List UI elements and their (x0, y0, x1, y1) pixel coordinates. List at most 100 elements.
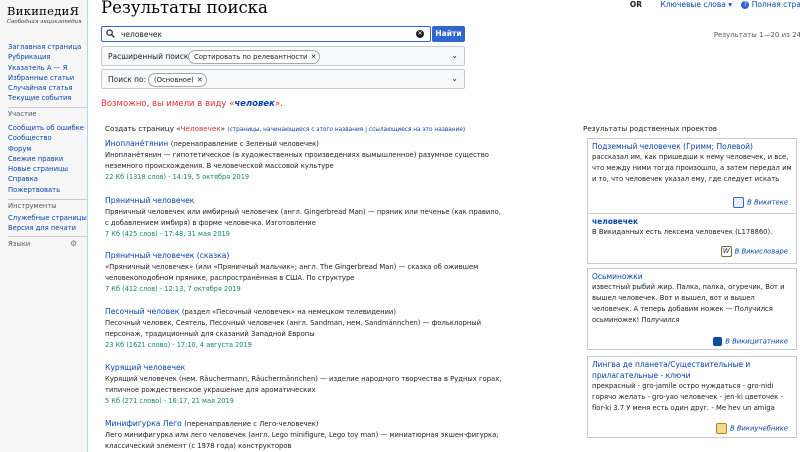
or-label: OR (629, 0, 642, 9)
sister-project-card: человечек В Викиданных есть лексема чело… (587, 213, 797, 264)
result-meta: 7 Кб (412 слов) - 12:13, 7 октября 2019 (105, 285, 241, 293)
did-you-mean-prefix: Возможно, вы имели в виду « (101, 99, 235, 109)
sister-project-title[interactable]: Подземный человечек (Гримм; Полевой) (592, 141, 792, 152)
result-snippet: Иноплане́тянин — гипотетическое (в худож… (105, 151, 489, 170)
sort-chip-label: Сортировать по релевантности (194, 53, 308, 61)
result-redirect[interactable]: (перенаправление с Зеленый человечек) (171, 140, 319, 148)
result-title[interactable]: Пряничный человечек (сказка) (105, 251, 229, 260)
search-button[interactable]: Найти (432, 26, 465, 42)
clear-icon[interactable]: ✕ (416, 30, 424, 38)
result-title[interactable]: Песочный человек (105, 307, 179, 316)
sister-project-snippet: В Викиданных есть лексема человечек (L17… (592, 228, 773, 236)
sister-project-title[interactable]: Лингва де планета/Существительные и прил… (592, 359, 792, 381)
caret-down-icon: ▾ (728, 0, 732, 9)
nav-link-categories[interactable]: Рубрикация (8, 52, 81, 62)
nav-divider (8, 236, 96, 237)
sister-project-card: Лингва де планета/Существительные и прил… (587, 356, 797, 438)
tools-navigation: Служебные страницы Версия для печати (8, 213, 87, 234)
result-meta: 7 Кб (425 слов) - 17:48, 31 мая 2019 (105, 230, 230, 238)
result-title[interactable]: Минифигурка Лего (105, 419, 182, 428)
result-snippet: Курящий человечек (нем. Räuchermann, Räu… (105, 375, 502, 394)
advanced-search-label: Расширенный поиск: (108, 52, 191, 61)
sister-project-snippet: известный рыбий жир. Палка, палка, огуре… (592, 283, 785, 324)
nav-link-random[interactable]: Случайная статья (8, 83, 81, 93)
nav-link-featured[interactable]: Избранные статьи (8, 73, 81, 83)
did-you-mean: Возможно, вы имели в виду «человек». (101, 99, 283, 109)
page-title: Результаты поиска (101, 0, 268, 17)
result-snippet: Песочный человек, Сеятель, Песочный чело… (105, 319, 482, 338)
result-meta: 22 Кб (1318 слов) - 14:19, 5 октября 201… (105, 173, 250, 181)
search-result: Минифигурка Лего (перенаправление с Лего… (105, 418, 505, 452)
create-page-line: Создать страницу «Человечек» (страницы, … (105, 124, 465, 133)
sister-project-source-label: В Викитеке (747, 198, 788, 207)
main-content: OR Ключевые слова ▾ ? Полная стра Резуль… (87, 0, 800, 452)
create-related-links[interactable]: (страницы, начинающиеся с этого названия… (227, 127, 465, 133)
result-meta: 23 Кб (1621 слово) - 17:10, 4 августа 20… (105, 341, 252, 349)
nav-link-print-version[interactable]: Версия для печати (8, 223, 87, 233)
result-snippet: Пряничный человечек или имбирный человеч… (105, 208, 501, 227)
nav-link-community[interactable]: Сообщество (8, 133, 84, 143)
search-query: человечек (121, 30, 163, 39)
participation-navigation: Сообщить об ошибке Сообщество Форум Свеж… (8, 123, 84, 195)
nav-link-current-events[interactable]: Текущие события (8, 93, 81, 103)
sister-project-source[interactable]: В Викиучебнике (716, 423, 788, 434)
nav-link-forum[interactable]: Форум (8, 144, 84, 154)
full-page-label: Полная стра (751, 0, 800, 9)
result-meta: 5 Кб (271 слово) - 16:17, 21 мая 2019 (105, 397, 234, 405)
search-result: Пряничный человечек (сказка) «Пряничный … (105, 250, 505, 295)
wikisource-icon (733, 197, 745, 208)
sister-project-card: Подземный человечек (Гримм; Полевой) рас… (587, 138, 797, 217)
suggestion-link[interactable]: человек (234, 99, 275, 109)
advanced-search-filter[interactable]: Расширенный поиск: Сортировать по релева… (101, 46, 465, 66)
result-redirect[interactable]: (перенаправление с Лего-человечек) (184, 420, 318, 428)
wikipedia-logo[interactable]: ВикипедиЯ (7, 4, 79, 18)
full-page-link[interactable]: ? Полная стра (741, 0, 800, 9)
chevron-down-icon[interactable]: ⌄ (451, 51, 458, 60)
nav-link-new-pages[interactable]: Новые страницы (8, 164, 84, 174)
namespace-chip[interactable]: (Основное) ✕ (148, 73, 207, 87)
sort-chip[interactable]: Сортировать по релевантности ✕ (188, 50, 321, 64)
namespace-filter[interactable]: Поиск по: (Основное) ✕ ⌄ (101, 69, 465, 89)
nav-link-special-pages[interactable]: Служебные страницы (8, 213, 87, 223)
sister-project-source-label: В Викицитатнике (725, 337, 788, 346)
result-title[interactable]: Курящий человечек (105, 363, 185, 372)
result-title[interactable]: Пряничный человечек (105, 196, 194, 205)
close-icon[interactable]: ✕ (197, 74, 203, 86)
nav-link-recent-changes[interactable]: Свежие правки (8, 154, 84, 164)
sister-project-title[interactable]: человечек (592, 216, 792, 227)
sister-project-source[interactable]: В Викицитатнике (713, 337, 788, 346)
close-icon[interactable]: ✕ (311, 51, 317, 63)
nav-link-report-error[interactable]: Сообщить об ошибке (8, 123, 84, 133)
nav-link-index[interactable]: Указатель А — Я (8, 63, 81, 73)
nav-link-donate[interactable]: Пожертвовать (8, 185, 84, 195)
search-icon (106, 29, 115, 41)
sister-project-title[interactable]: Осьминожки (592, 271, 792, 282)
nav-link-main-page[interactable]: Заглавная страница (8, 42, 81, 52)
result-snippet: «Пряничный человечек» (или «Пряничный ма… (105, 263, 479, 282)
sister-project-source-label: В Викисловаре (734, 247, 788, 256)
result-title[interactable]: Иноплане́тянин (105, 139, 168, 148)
search-result: Пряничный человечек Пряничный человечек … (105, 195, 505, 240)
nav-link-help[interactable]: Справка (8, 174, 84, 184)
search-result: Песочный человек (раздел «Песочный челов… (105, 306, 505, 351)
nav-heading-participation: Участие (8, 110, 37, 118)
keywords-label: Ключевые слова (660, 0, 726, 9)
nav-divider (8, 107, 96, 108)
wikiquote-icon (713, 337, 723, 346)
chevron-down-icon[interactable]: ⌄ (451, 74, 458, 83)
sister-project-source[interactable]: WВ Викисловаре (720, 246, 788, 257)
results-count: Результаты 1—20 из 24 (713, 31, 800, 39)
wikibooks-icon (716, 423, 727, 434)
search-input[interactable]: человечек ✕ (101, 26, 431, 42)
search-result: Курящий человечек Курящий человечек (нем… (105, 362, 505, 407)
sister-project-source-label: В Викиучебнике (730, 424, 788, 433)
sister-project-source[interactable]: В Викитеке (733, 197, 788, 208)
keywords-dropdown[interactable]: Ключевые слова ▾ (661, 0, 733, 9)
sister-projects-heading: Результаты родственных проектов (583, 124, 717, 133)
help-icon: ? (741, 1, 750, 9)
search-result: Иноплане́тянин (перенаправление с Зелены… (105, 138, 505, 183)
result-snippet: Лего минифигурка или лего человечек (анг… (105, 431, 499, 450)
result-redirect[interactable]: (раздел «Песочный человечек» на немецком… (182, 308, 396, 316)
create-page-link[interactable]: Человечек (181, 124, 221, 133)
gear-icon[interactable]: ⚙ (70, 240, 78, 248)
